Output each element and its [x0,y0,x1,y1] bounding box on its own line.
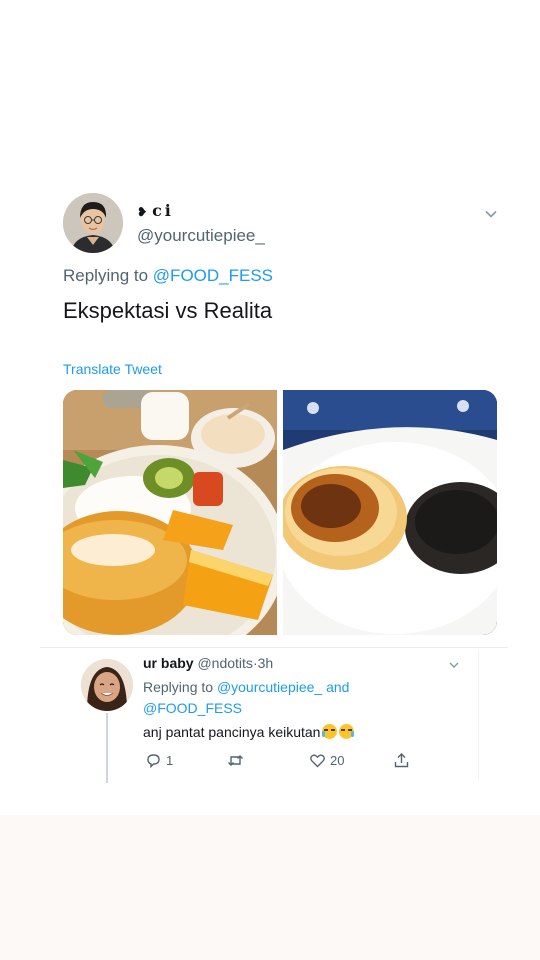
mention-link[interactable]: @FOOD_FESS [153,266,273,285]
replying-to: Replying to @FOOD_FESS [63,266,273,286]
reality-burnt-pancake-photo[interactable] [283,390,497,635]
replying-label: Replying to [143,679,214,695]
avatar[interactable] [63,193,123,253]
display-name[interactable]: ❥ ci [137,201,174,220]
divider [40,647,508,648]
reply-body: anj pantat pancinya keikutan [143,724,321,740]
joy-emoji [322,724,338,739]
column-border [478,650,479,780]
translate-tweet-link[interactable]: Translate Tweet [63,361,162,377]
retweet-action[interactable] [227,750,248,770]
chevron-down-icon[interactable] [484,207,498,221]
reply-display-name[interactable]: ur baby [143,655,194,671]
share-icon [394,752,409,767]
and-word: and [326,679,350,695]
handle[interactable]: @yourcutiepiee_ [137,226,265,246]
retweet-icon [228,754,243,766]
like-count: 20 [330,752,345,768]
chevron-down-icon[interactable] [448,659,460,671]
reply-replying-to: Replying to @yourcutiepiee_ and @FOOD_FE… [143,677,443,719]
like-action[interactable]: 20 [309,750,344,770]
tweet-text: Ekspektasi vs Realita [63,298,273,323]
reply-actions: 1 20 [143,750,423,770]
reply-time[interactable]: 3h [258,655,274,671]
reply-icon [147,753,160,768]
joy-emoji [339,724,355,739]
reply-count: 1 [166,752,174,768]
expectation-pancake-photo[interactable] [63,390,277,635]
mention-link[interactable]: @yourcutiepiee_ [217,679,322,695]
bottom-background [0,815,540,960]
tweet-media[interactable] [63,390,497,635]
reply-text: anj pantat pancinya keikutan [143,724,355,740]
reply-handle[interactable]: @ndotits [197,655,252,671]
heart-icon [310,753,325,767]
reply-header: ur baby @ndotits·3h [143,655,273,671]
mention-link[interactable]: @FOOD_FESS [143,700,242,716]
replying-label: Replying to [63,266,149,285]
reply-action[interactable]: 1 [145,750,173,770]
share-action[interactable] [393,750,410,770]
bow-icon: ❥ [137,205,151,219]
thread-line [106,713,108,783]
reply-avatar[interactable] [81,659,133,711]
